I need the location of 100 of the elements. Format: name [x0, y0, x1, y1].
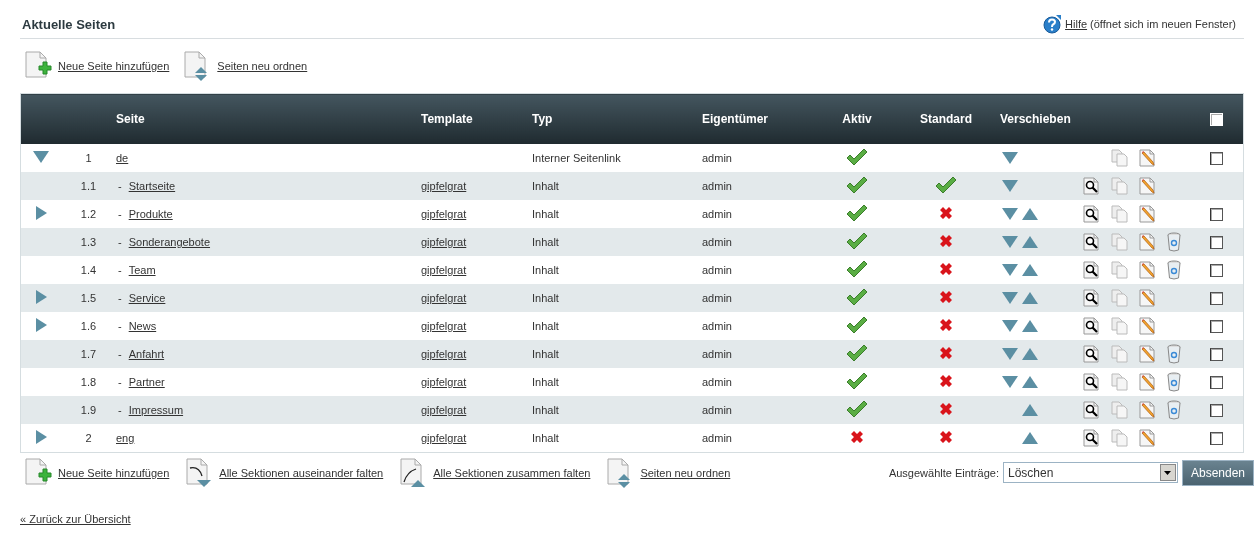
trash-can-icon[interactable]: [1167, 344, 1181, 364]
pencil-page-icon[interactable]: [1139, 428, 1157, 447]
template-link[interactable]: gipfelgrat: [421, 180, 467, 192]
page-add-icon[interactable]: [24, 51, 54, 81]
row-checkbox[interactable]: [1210, 347, 1223, 361]
pencil-page-icon[interactable]: [1139, 345, 1157, 363]
template-link[interactable]: gipfelgrat: [421, 348, 467, 360]
magnifier-page-icon[interactable]: [1083, 289, 1101, 307]
row-checkbox[interactable]: [1210, 375, 1223, 389]
move-down-icon[interactable]: [1002, 320, 1018, 332]
magnifier-page-icon[interactable]: [1083, 401, 1101, 419]
trash-can-icon[interactable]: [1167, 260, 1181, 280]
template-link[interactable]: gipfelgrat: [421, 208, 467, 220]
collapsed-triangle-icon[interactable]: [35, 318, 47, 332]
pencil-page-icon[interactable]: [1139, 317, 1157, 335]
expanded-triangle-icon[interactable]: [33, 151, 49, 163]
pencil-page-icon[interactable]: [1139, 149, 1157, 167]
move-up-icon[interactable]: [1022, 292, 1038, 304]
page-number: 1.4: [80, 264, 97, 276]
pencil-page-icon[interactable]: [1139, 261, 1157, 279]
magnifier-page-icon[interactable]: [1083, 205, 1101, 223]
page-link[interactable]: Team: [128, 264, 156, 276]
page-type: Inhalt: [532, 292, 559, 304]
select-all-checkbox[interactable]: [1210, 113, 1223, 127]
move-up-icon[interactable]: [1022, 431, 1038, 444]
back-link[interactable]: « Zurück zur Übersicht: [20, 512, 131, 525]
page-link[interactable]: Partner: [128, 376, 165, 388]
magnifier-page-icon[interactable]: [1083, 261, 1101, 279]
template-link[interactable]: gipfelgrat: [421, 431, 467, 444]
row-checkbox[interactable]: [1210, 319, 1223, 333]
page-link[interactable]: Sonderangebote: [128, 236, 211, 248]
page-add-icon[interactable]: [24, 457, 54, 488]
row-checkbox[interactable]: [1210, 151, 1223, 165]
page-link[interactable]: Anfahrt: [128, 348, 165, 360]
collapsed-triangle-icon[interactable]: [35, 290, 47, 304]
submit-button[interactable]: Absenden: [1181, 459, 1254, 486]
template-link[interactable]: gipfelgrat: [421, 264, 467, 276]
action-link[interactable]: Neue Seite hinzufügen: [24, 51, 170, 81]
row-checkbox[interactable]: [1210, 263, 1223, 277]
pencil-page-icon[interactable]: [1139, 373, 1157, 391]
move-down-icon[interactable]: [1002, 208, 1018, 220]
move-down-icon[interactable]: [1002, 348, 1018, 360]
collapsed-triangle-icon[interactable]: [35, 206, 47, 220]
move-down-icon[interactable]: [1002, 152, 1018, 164]
page-owner: admin: [702, 180, 732, 192]
help-icon[interactable]: [1042, 14, 1063, 34]
pencil-page-icon[interactable]: [1139, 177, 1157, 195]
help-link[interactable]: Hilfe: [1065, 18, 1088, 30]
page-link[interactable]: Startseite: [128, 180, 176, 192]
move-down-icon[interactable]: [1002, 236, 1018, 248]
move-down-icon[interactable]: [1002, 292, 1018, 304]
move-up-icon[interactable]: [1022, 320, 1038, 332]
move-down-icon[interactable]: [1002, 376, 1018, 388]
action-link[interactable]: Alle Sektionen auseinander falten: [185, 457, 384, 488]
move-up-icon[interactable]: [1022, 264, 1038, 276]
move-up-icon[interactable]: [1022, 236, 1038, 248]
magnifier-page-icon[interactable]: [1083, 233, 1101, 251]
action-link[interactable]: Alle Sektionen zusammen falten: [399, 457, 591, 488]
template-link[interactable]: gipfelgrat: [421, 404, 467, 416]
trash-can-icon[interactable]: [1167, 372, 1181, 392]
bulk-action-select[interactable]: Löschen: [1002, 462, 1178, 483]
pencil-page-icon[interactable]: [1139, 205, 1157, 223]
page-link[interactable]: Produkte: [128, 208, 173, 220]
move-up-icon[interactable]: [1022, 208, 1038, 220]
action-link[interactable]: Neue Seite hinzufügen: [24, 457, 170, 488]
move-up-icon[interactable]: [1022, 348, 1038, 360]
magnifier-page-icon[interactable]: [1083, 317, 1101, 335]
magnifier-page-icon[interactable]: [1083, 345, 1101, 363]
trash-can-icon[interactable]: [1167, 232, 1181, 252]
page-link[interactable]: de: [116, 152, 129, 164]
row-checkbox[interactable]: [1210, 403, 1223, 417]
magnifier-page-icon[interactable]: [1083, 428, 1101, 447]
trash-can-icon[interactable]: [1167, 400, 1181, 420]
move-down-icon[interactable]: [1002, 264, 1018, 276]
move-down-icon[interactable]: [1002, 180, 1018, 192]
template-link[interactable]: gipfelgrat: [421, 292, 467, 304]
move-up-icon[interactable]: [1022, 376, 1038, 388]
row-checkbox[interactable]: [1210, 207, 1223, 221]
magnifier-page-icon[interactable]: [1083, 177, 1101, 195]
template-link[interactable]: gipfelgrat: [421, 320, 467, 332]
page-link[interactable]: News: [128, 320, 157, 332]
template-link[interactable]: gipfelgrat: [421, 236, 467, 248]
pencil-page-icon[interactable]: [1139, 289, 1157, 307]
row-checkbox[interactable]: [1210, 431, 1223, 445]
move-up-icon[interactable]: [1022, 404, 1038, 416]
page-link[interactable]: Service: [128, 292, 166, 304]
collapsed-triangle-icon[interactable]: [35, 429, 47, 444]
page-link[interactable]: Impressum: [128, 404, 184, 416]
active-check-icon: [846, 344, 868, 362]
action-link[interactable]: Seiten neu ordnen: [606, 457, 731, 488]
template-link[interactable]: gipfelgrat: [421, 376, 467, 388]
row-checkbox[interactable]: [1210, 291, 1223, 305]
pencil-page-icon[interactable]: [1139, 401, 1157, 419]
magnifier-page-icon[interactable]: [1083, 373, 1101, 391]
tree-dash: -: [118, 376, 122, 388]
pencil-page-icon[interactable]: [1139, 233, 1157, 251]
row-checkbox[interactable]: [1210, 235, 1223, 249]
page-link[interactable]: eng: [116, 431, 135, 444]
action-link[interactable]: Seiten neu ordnen: [183, 51, 308, 81]
page-number: 1.2: [80, 208, 97, 220]
